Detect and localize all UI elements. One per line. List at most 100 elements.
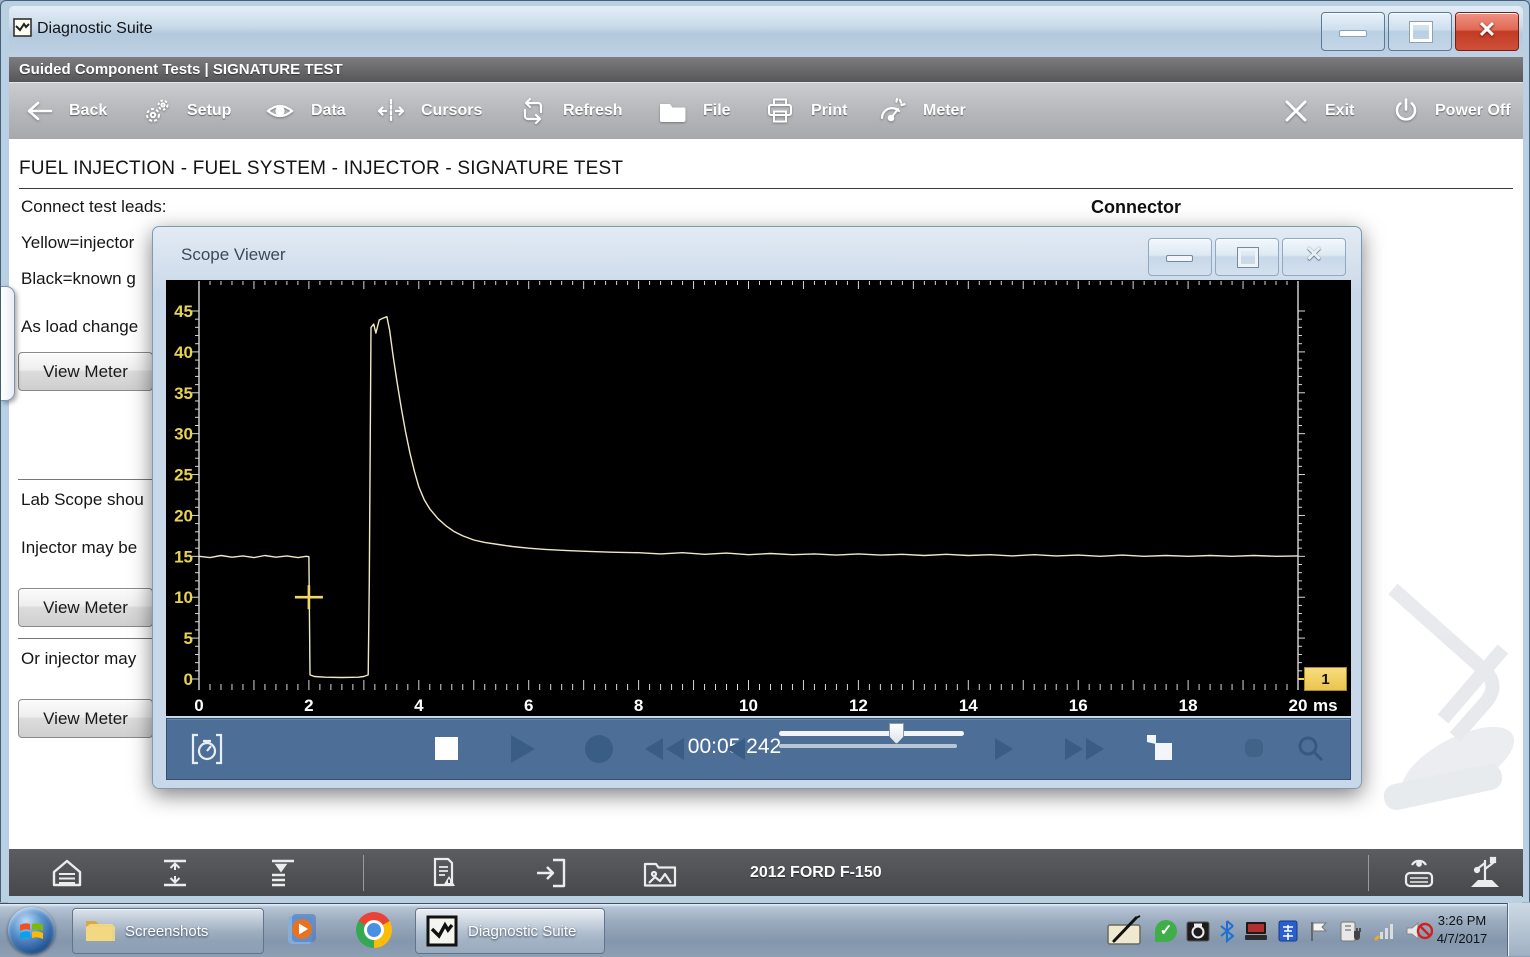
instruction-black: Black=known g	[21, 269, 136, 289]
power-icon	[1391, 96, 1421, 126]
watermark-graphic	[1363, 579, 1523, 839]
rewind-button[interactable]	[645, 738, 684, 760]
media-player-icon	[283, 912, 319, 948]
instruction-load: As load change	[21, 317, 138, 337]
svg-text:4: 4	[414, 696, 424, 715]
taskbar: Screenshots Diagnostic Suite	[0, 903, 1530, 957]
toolbar-cursors[interactable]: Cursors	[375, 82, 482, 139]
camera-tray-icon[interactable]	[1186, 919, 1210, 943]
divider	[18, 638, 161, 639]
minimize-button[interactable]	[1321, 12, 1385, 51]
pen-input-icon[interactable]	[1106, 915, 1146, 947]
svg-text:2: 2	[304, 696, 313, 715]
connector-label: Connector	[1091, 197, 1181, 218]
taskbar-item-label: Screenshots	[125, 923, 208, 940]
previous-button[interactable]	[727, 738, 745, 760]
printer-icon	[763, 96, 797, 126]
document-warning-icon[interactable]	[424, 855, 464, 891]
toolbar-back[interactable]: Back	[23, 82, 107, 139]
toolbar-setup[interactable]: Setup	[141, 82, 231, 139]
view-meter-button-3[interactable]: View Meter	[18, 699, 153, 738]
svg-text:8: 8	[634, 696, 643, 715]
instruction-injector-may: Injector may be	[21, 538, 137, 558]
pan-hand-icon[interactable]	[1239, 733, 1269, 763]
vehicle-label: 2012 FORD F-150	[750, 864, 882, 882]
instruction-lab-scope: Lab Scope shou	[21, 490, 144, 510]
toolbar-data[interactable]: Data	[263, 82, 346, 139]
scope-plot-area[interactable]: 05101520253035404502468101214161820ms	[166, 280, 1351, 716]
scope-close-button[interactable]: ✕	[1282, 238, 1346, 276]
power-plug-icon[interactable]	[1339, 919, 1363, 943]
toolbar-file[interactable]: File	[655, 82, 731, 139]
sign-out-icon[interactable]	[532, 855, 572, 891]
taskbar-item-media-player[interactable]	[272, 908, 330, 952]
status-toolbar: 2012 FORD F-150	[9, 849, 1523, 897]
channel-1-marker[interactable]: 1	[1304, 667, 1347, 691]
action-center-flag-icon[interactable]	[1308, 919, 1330, 943]
view-meter-button-2[interactable]: View Meter	[18, 588, 153, 627]
scrub-slider-track[interactable]	[779, 731, 964, 736]
play-button[interactable]	[511, 735, 535, 763]
test-title: FUEL INJECTION - FUEL SYSTEM - INJECTOR …	[19, 158, 623, 180]
clock-time: 3:26 PM	[1422, 912, 1502, 930]
taskbar-item-diagnostic-suite[interactable]: Diagnostic Suite	[415, 908, 605, 954]
start-button[interactable]	[8, 907, 55, 954]
zoom-icon[interactable]	[1295, 733, 1327, 765]
window-title: Diagnostic Suite	[37, 20, 153, 38]
divider	[18, 479, 161, 480]
toolbar-exit[interactable]: Exit	[1281, 82, 1354, 139]
taskbar-item-screenshots[interactable]: Screenshots	[72, 908, 264, 954]
expand-list-icon[interactable]	[263, 855, 303, 891]
zoom-range-track[interactable]	[779, 744, 957, 748]
scope-title: Scope Viewer	[181, 245, 286, 265]
taskbar-item-chrome[interactable]	[342, 908, 406, 952]
fast-forward-button[interactable]	[1065, 738, 1104, 760]
svg-text:ms: ms	[1313, 696, 1338, 715]
toolbar-meter[interactable]: Meter	[875, 82, 966, 139]
ime-language-icon[interactable]	[1277, 919, 1299, 943]
toolbar-refresh[interactable]: Refresh	[517, 82, 623, 139]
chrome-icon	[356, 912, 392, 948]
svg-text:18: 18	[1179, 696, 1198, 715]
collapse-vertical-icon[interactable]	[155, 855, 195, 891]
device-tray-icon[interactable]	[1244, 920, 1268, 942]
main-toolbar: Back Setup Data Cursors	[9, 82, 1523, 139]
next-button[interactable]	[995, 738, 1013, 760]
stop-button[interactable]	[435, 737, 458, 760]
usb-connection-icon[interactable]	[1463, 854, 1507, 892]
home-icon[interactable]	[47, 855, 87, 891]
taskbar-item-label: Diagnostic Suite	[468, 923, 576, 940]
show-desktop-button[interactable]	[1507, 903, 1530, 956]
network-signal-icon[interactable]	[1372, 920, 1396, 942]
svg-text:20: 20	[174, 506, 193, 525]
snapshot-icon[interactable]	[1143, 731, 1177, 765]
toolbar-power-off[interactable]: Power Off	[1391, 82, 1511, 139]
scope-minimize-button[interactable]	[1148, 238, 1212, 276]
scope-maximize-button[interactable]	[1215, 238, 1279, 276]
svg-text:0: 0	[184, 670, 193, 689]
timer-icon[interactable]	[189, 731, 225, 767]
svg-text:14: 14	[959, 696, 978, 715]
svg-text:10: 10	[739, 696, 758, 715]
scan-tool-icon[interactable]	[1397, 854, 1441, 892]
scrub-slider-thumb[interactable]	[889, 723, 904, 744]
svg-text:16: 16	[1069, 696, 1088, 715]
taskbar-clock[interactable]: 3:26 PM 4/7/2017	[1422, 912, 1502, 948]
breadcrumb: Guided Component Tests | SIGNATURE TEST	[19, 61, 343, 78]
svg-text:12: 12	[849, 696, 868, 715]
cursors-icon	[375, 96, 407, 126]
system-tray: ✓	[1106, 904, 1433, 957]
bluetooth-icon[interactable]	[1219, 919, 1235, 943]
record-button[interactable]	[585, 735, 613, 763]
eye-icon	[263, 96, 297, 126]
divider	[363, 855, 364, 891]
close-button[interactable]: ✕	[1455, 12, 1519, 51]
folder-image-icon[interactable]	[640, 855, 680, 891]
antivirus-check-icon[interactable]: ✓	[1155, 920, 1177, 942]
view-meter-button-1[interactable]: View Meter	[18, 352, 153, 391]
maximize-button[interactable]	[1388, 12, 1452, 51]
slide-out-tab[interactable]	[1, 286, 15, 401]
toolbar-print[interactable]: Print	[763, 82, 847, 139]
svg-text:6: 6	[524, 696, 533, 715]
scope-control-bar: 00:05:242	[166, 718, 1351, 780]
